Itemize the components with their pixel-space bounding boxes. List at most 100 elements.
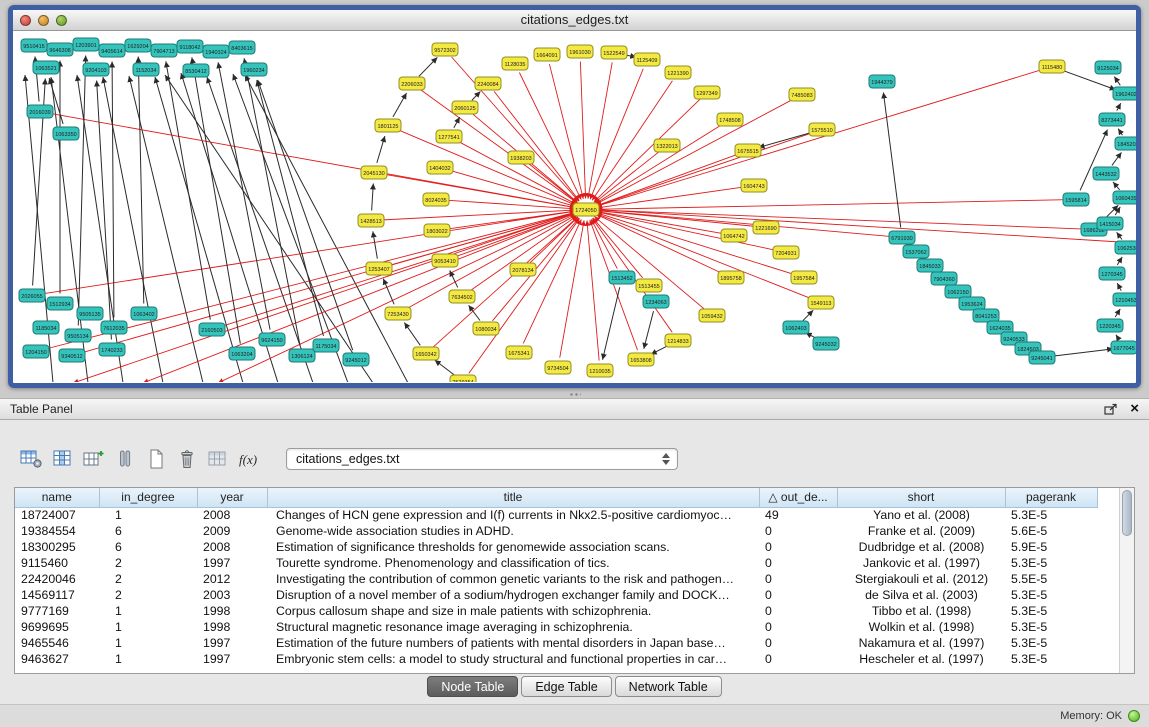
graph-node[interactable]: 1595814 [1063, 193, 1089, 206]
graph-node[interactable]: 1664091 [534, 48, 560, 61]
table-selector[interactable]: citations_edges.txt [286, 448, 678, 470]
graph-node[interactable]: 8024035 [423, 193, 449, 206]
column-header[interactable]: △ out_de... [759, 488, 837, 507]
table-row[interactable]: 1938455462009Genome-wide association stu… [15, 523, 1097, 539]
graph-node[interactable]: 1062150 [945, 285, 971, 298]
graph-node[interactable]: 2026055 [19, 289, 45, 302]
graph-node[interactable]: 1063402 [131, 307, 157, 320]
graph-node[interactable]: 2045130 [361, 166, 387, 179]
graph-node[interactable]: 1513452 [609, 271, 635, 284]
table-row[interactable]: 977716911998Corpus callosum shape and si… [15, 603, 1097, 619]
graph-node[interactable]: 1575510 [809, 123, 835, 136]
graph-node[interactable]: 7253430 [385, 307, 411, 320]
graph-node[interactable]: 1080034 [473, 322, 499, 335]
graph-node[interactable]: 1803022 [424, 224, 450, 237]
graph-node[interactable]: 1270345 [1099, 267, 1125, 280]
column-header[interactable]: in_degree [99, 488, 197, 507]
column-header[interactable]: name [15, 488, 99, 507]
graph-node[interactable]: 1537062 [903, 245, 929, 258]
graph-node[interactable]: 1653808 [628, 353, 654, 366]
graph-node[interactable]: 9505134 [65, 329, 91, 342]
graph-node[interactable]: 1415034 [1097, 217, 1123, 230]
graph-node[interactable]: 7529354 [450, 375, 476, 382]
graph-node[interactable]: 9340512 [59, 349, 85, 362]
graph-node[interactable]: 7904713 [151, 44, 177, 57]
graph-node[interactable]: 1322013 [654, 139, 680, 152]
graph-node[interactable]: 9053410 [432, 254, 458, 267]
graph-node[interactable]: 2060125 [452, 101, 478, 114]
close-button[interactable] [20, 15, 31, 26]
citation-network-graph[interactable]: 1724050106474218957581059432121483316538… [13, 31, 1136, 382]
row-height-icon[interactable] [109, 446, 140, 472]
graph-node[interactable]: 2016039 [27, 105, 53, 118]
memory-indicator[interactable] [1128, 710, 1140, 722]
graph-node[interactable]: 1062403 [783, 321, 809, 334]
graph-node[interactable]: 1677045 [1111, 341, 1136, 354]
graph-node[interactable]: 1306124 [289, 349, 315, 362]
graph-node[interactable]: 1064742 [721, 229, 747, 242]
graph-node[interactable]: 8403615 [229, 41, 255, 54]
graph-node[interactable]: 1115480 [1039, 60, 1065, 73]
graph-node[interactable]: 1938203 [508, 151, 534, 164]
graph-node[interactable]: 1060439 [1113, 191, 1136, 204]
graph-node[interactable]: 1513455 [636, 279, 662, 292]
graph-node[interactable]: 1845202 [1115, 137, 1136, 150]
graph-node[interactable]: 1650342 [413, 347, 439, 360]
table-scrollbar[interactable] [1119, 488, 1134, 673]
divider-grip[interactable] [569, 392, 581, 397]
graph-node[interactable]: 1953624 [959, 297, 985, 310]
graph-node[interactable]: 1629204 [125, 39, 151, 52]
graph-node[interactable]: 7612035 [101, 321, 127, 334]
graph-node[interactable]: 1549113 [808, 296, 834, 309]
graph-node[interactable]: 1428513 [358, 214, 384, 227]
graph-node[interactable]: 7904360 [931, 272, 957, 285]
close-panel-icon[interactable]: × [1130, 402, 1139, 416]
graph-node[interactable]: 7485083 [789, 88, 815, 101]
graph-node[interactable]: 9734504 [545, 361, 571, 374]
table-row[interactable]: 2242004622012Investigating the contribut… [15, 571, 1097, 587]
tab-edge-table[interactable]: Edge Table [521, 676, 611, 697]
graph-node[interactable]: 1940324 [203, 45, 229, 58]
graph-node[interactable]: 1152034 [133, 63, 159, 76]
graph-node[interactable]: 9646308 [47, 43, 73, 56]
graph-node[interactable]: 9405614 [99, 44, 125, 57]
graph-node[interactable]: 1204150 [23, 345, 49, 358]
table-row[interactable]: 946554611997Estimation of the future num… [15, 635, 1097, 651]
float-panel-icon[interactable] [1104, 403, 1118, 416]
delete-table-icon[interactable] [171, 446, 202, 472]
graph-node[interactable]: 9572302 [432, 43, 458, 56]
scrollbar-thumb[interactable] [1122, 490, 1132, 536]
graph-node[interactable]: 1944379 [869, 75, 895, 88]
graph-node[interactable]: 1961030 [567, 45, 593, 58]
graph-node[interactable]: 9245041 [1029, 351, 1055, 364]
graph-node[interactable]: 9510415 [21, 39, 47, 52]
graph-node[interactable]: 1175034 [313, 339, 339, 352]
graph-node[interactable]: 1063521 [33, 61, 59, 74]
graph-node[interactable]: 1220345 [1097, 319, 1123, 332]
graph-node[interactable]: 1748508 [717, 113, 743, 126]
graph-node[interactable]: 1062530 [1115, 241, 1136, 254]
graph-node[interactable]: 1063350 [53, 127, 79, 140]
graph-node[interactable]: 1957584 [791, 271, 817, 284]
column-header[interactable]: pagerank [1005, 488, 1097, 507]
graph-node[interactable]: 1059432 [699, 309, 725, 322]
graph-node[interactable]: 9204103 [83, 63, 109, 76]
graph-node[interactable]: 9118042 [177, 40, 203, 53]
graph-node[interactable]: 1203901 [73, 38, 99, 51]
table-row[interactable]: 969969511998Structural magnetic resonanc… [15, 619, 1097, 635]
new-column-icon[interactable] [78, 446, 109, 472]
minimize-button[interactable] [38, 15, 49, 26]
graph-node[interactable]: 1210035 [587, 364, 613, 377]
table-row[interactable]: 946362711997Embryonic stem cells: a mode… [15, 651, 1097, 667]
graph-node[interactable]: 2206033 [399, 77, 425, 90]
column-header[interactable]: title [267, 488, 759, 507]
graph-node[interactable]: 1128035 [502, 57, 528, 70]
graph-node[interactable]: 2160503 [199, 323, 225, 336]
graph-node[interactable]: 1221690 [753, 221, 779, 234]
table-row[interactable]: 911546021997Tourette syndrome. Phenomeno… [15, 555, 1097, 571]
graph-node[interactable]: 7634502 [449, 290, 475, 303]
table-row[interactable]: 1456911722003Disruption of a novel membe… [15, 587, 1097, 603]
column-header[interactable]: year [197, 488, 267, 507]
graph-node[interactable]: 1443532 [1093, 167, 1119, 180]
graph-node[interactable]: 1522549 [601, 46, 627, 59]
